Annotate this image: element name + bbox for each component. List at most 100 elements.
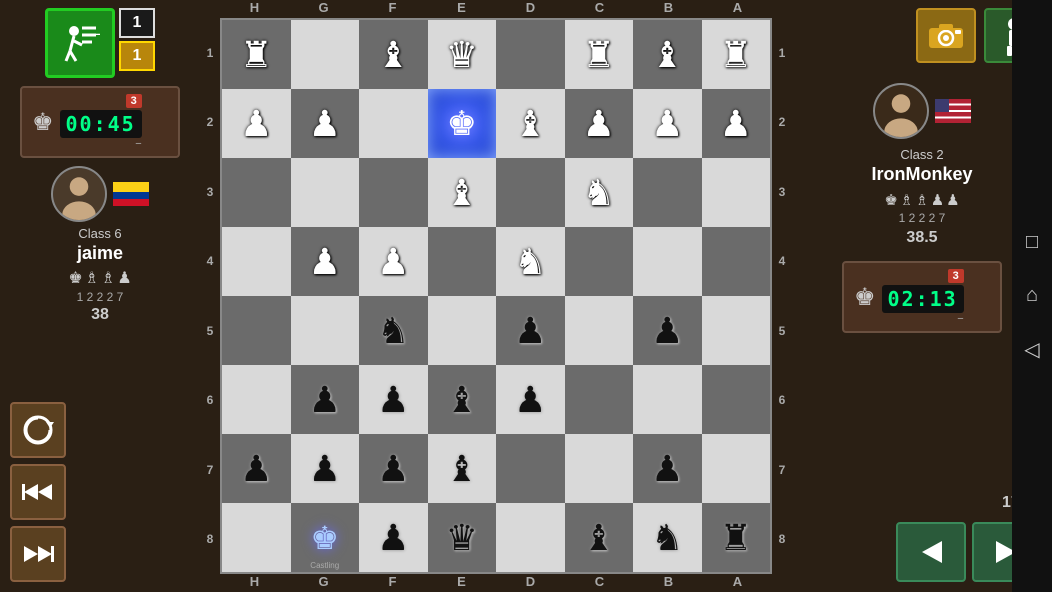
cell-h6[interactable] bbox=[222, 365, 291, 434]
cell-a7[interactable] bbox=[702, 434, 771, 503]
cell-d7[interactable] bbox=[496, 434, 565, 503]
file-d-top: D bbox=[496, 0, 565, 18]
cell-b2[interactable]: ♟ bbox=[633, 89, 702, 158]
file-f-top: F bbox=[358, 0, 427, 18]
cell-e4[interactable] bbox=[428, 227, 497, 296]
rank-4-right: 4 bbox=[772, 227, 792, 297]
cell-f7[interactable]: ♟ bbox=[359, 434, 428, 503]
rank-8-right: 8 bbox=[772, 505, 792, 575]
file-h-top: H bbox=[220, 0, 289, 18]
cell-b4[interactable] bbox=[633, 227, 702, 296]
cell-g6[interactable]: ♟ bbox=[291, 365, 360, 434]
cell-h1[interactable]: ♜ bbox=[222, 20, 291, 89]
cell-g5[interactable] bbox=[291, 296, 360, 365]
cell-a6[interactable] bbox=[702, 365, 771, 434]
left-timer-badge: 3 bbox=[126, 94, 142, 108]
cell-c8[interactable]: ♝ bbox=[565, 503, 634, 572]
cell-f1[interactable]: ♝ bbox=[359, 20, 428, 89]
castling-label: Castling bbox=[310, 561, 339, 570]
cell-c7[interactable] bbox=[565, 434, 634, 503]
cell-d2[interactable]: ♝ bbox=[496, 89, 565, 158]
android-square-button[interactable]: □ bbox=[1026, 231, 1038, 254]
cell-h5[interactable] bbox=[222, 296, 291, 365]
cell-b8[interactable]: ♞ bbox=[633, 503, 702, 572]
cell-b5[interactable]: ♟ bbox=[633, 296, 702, 365]
cell-a4[interactable] bbox=[702, 227, 771, 296]
file-d-bottom: D bbox=[496, 574, 565, 592]
cell-b6[interactable] bbox=[633, 365, 702, 434]
cell-f2[interactable] bbox=[359, 89, 428, 158]
fast-forward-button[interactable] bbox=[10, 526, 66, 582]
android-back-button[interactable]: ◁ bbox=[1024, 337, 1039, 362]
rewind-button[interactable] bbox=[10, 464, 66, 520]
cell-d6[interactable]: ♟ bbox=[496, 365, 565, 434]
cell-f5[interactable]: ♞ bbox=[359, 296, 428, 365]
cell-h7[interactable]: ♟ bbox=[222, 434, 291, 503]
cell-f4[interactable]: ♟ bbox=[359, 227, 428, 296]
cell-e8[interactable]: ♛ bbox=[428, 503, 497, 572]
right-avatar bbox=[873, 83, 929, 139]
rank-8-left: 8 bbox=[200, 505, 220, 575]
cell-c6[interactable] bbox=[565, 365, 634, 434]
cell-d4[interactable]: ♞ bbox=[496, 227, 565, 296]
rank-1-left: 1 bbox=[200, 18, 220, 88]
rank-1-right: 1 bbox=[772, 18, 792, 88]
cell-d1[interactable] bbox=[496, 20, 565, 89]
cell-e2[interactable]: ♚ bbox=[428, 89, 497, 158]
board-container: H G F E D C B A H G F E D C B A 1 2 3 4 … bbox=[200, 0, 792, 592]
cell-e6[interactable]: ♝ bbox=[428, 365, 497, 434]
run-button[interactable]: — bbox=[45, 8, 115, 78]
cell-h3[interactable] bbox=[222, 158, 291, 227]
cell-a8[interactable]: ♜ bbox=[702, 503, 771, 572]
prev-button[interactable] bbox=[896, 522, 966, 582]
cell-g2[interactable]: ♟ bbox=[291, 89, 360, 158]
cell-g3[interactable] bbox=[291, 158, 360, 227]
cell-a3[interactable] bbox=[702, 158, 771, 227]
cell-f8[interactable]: ♟ bbox=[359, 503, 428, 572]
cell-h4[interactable] bbox=[222, 227, 291, 296]
cell-g7[interactable]: ♟ bbox=[291, 434, 360, 503]
cell-f6[interactable]: ♟ bbox=[359, 365, 428, 434]
cell-g1[interactable] bbox=[291, 20, 360, 89]
cell-b3[interactable] bbox=[633, 158, 702, 227]
cell-g8[interactable]: ♚ Castling bbox=[291, 503, 360, 572]
cell-h8[interactable] bbox=[222, 503, 291, 572]
replay-button[interactable] bbox=[10, 402, 66, 458]
cell-b1[interactable]: ♝ bbox=[633, 20, 702, 89]
file-g-bottom: G bbox=[289, 574, 358, 592]
cell-c1[interactable]: ♜ bbox=[565, 20, 634, 89]
badge-2: 1 bbox=[119, 41, 155, 71]
cell-e1[interactable]: ♛ bbox=[428, 20, 497, 89]
svg-text:—: — bbox=[88, 23, 100, 43]
cell-c4[interactable] bbox=[565, 227, 634, 296]
chess-board[interactable]: ♜ ♝ ♛ ♜ ♝ ♜ ♟ ♟ ♚ ♝ ♟ ♟ ♟ ♝ ♞ ♟ ♟ ♞ bbox=[220, 18, 772, 574]
cell-c5[interactable] bbox=[565, 296, 634, 365]
cell-b7[interactable]: ♟ bbox=[633, 434, 702, 503]
cell-e3[interactable]: ♝ bbox=[428, 158, 497, 227]
camera-button[interactable] bbox=[916, 8, 976, 63]
cell-e5[interactable] bbox=[428, 296, 497, 365]
badge-column: 1 1 bbox=[119, 8, 155, 78]
cell-c3[interactable]: ♞ bbox=[565, 158, 634, 227]
file-c-top: C bbox=[565, 0, 634, 18]
cell-a5[interactable] bbox=[702, 296, 771, 365]
cell-e7[interactable]: ♝ bbox=[428, 434, 497, 503]
cell-g4[interactable]: ♟ bbox=[291, 227, 360, 296]
rank-labels-right: 1 2 3 4 5 6 7 8 bbox=[772, 18, 792, 574]
cell-d5[interactable]: ♟ bbox=[496, 296, 565, 365]
cell-a1[interactable]: ♜ bbox=[702, 20, 771, 89]
cell-d3[interactable] bbox=[496, 158, 565, 227]
rank-5-left: 5 bbox=[200, 296, 220, 366]
left-class-label: Class 6 bbox=[78, 226, 121, 241]
android-home-button[interactable]: ⌂ bbox=[1026, 284, 1038, 307]
cell-f3[interactable] bbox=[359, 158, 428, 227]
cell-a2[interactable]: ♟ bbox=[702, 89, 771, 158]
left-avatar bbox=[51, 166, 107, 222]
rank-7-left: 7 bbox=[200, 435, 220, 505]
rank-6-right: 6 bbox=[772, 366, 792, 436]
cell-d8[interactable] bbox=[496, 503, 565, 572]
cell-c2[interactable]: ♟ bbox=[565, 89, 634, 158]
cell-h2[interactable]: ♟ bbox=[222, 89, 291, 158]
rank-2-right: 2 bbox=[772, 88, 792, 158]
left-timer: ♚ 3 00:45 − bbox=[20, 86, 180, 158]
